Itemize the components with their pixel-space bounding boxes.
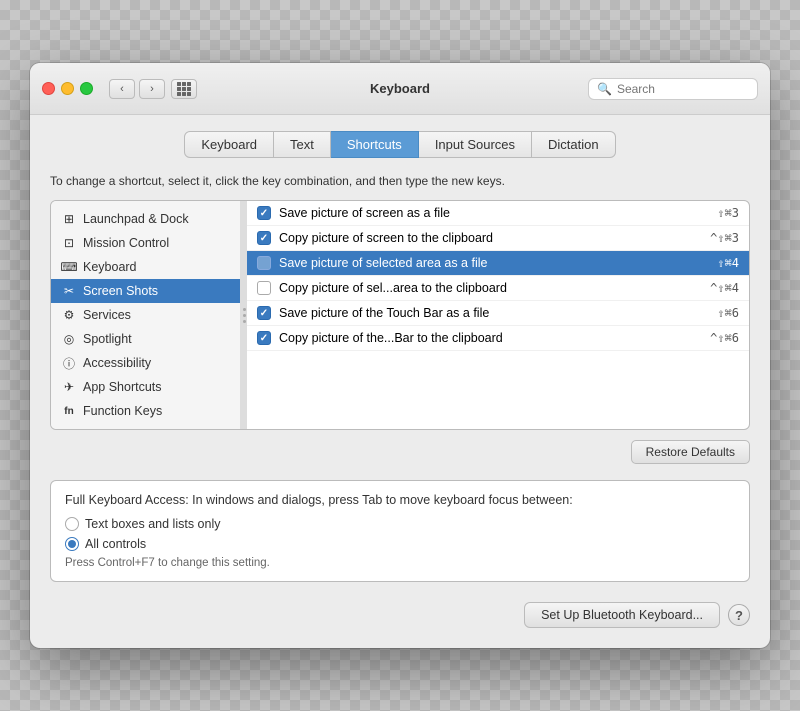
shortcut-label-save-screen: Save picture of screen as a file xyxy=(279,206,709,220)
keyboard-access-title: Full Keyboard Access: In windows and dia… xyxy=(65,493,735,507)
tab-text[interactable]: Text xyxy=(274,131,331,158)
sidebar-item-screenshots[interactable]: ✂ Screen Shots xyxy=(51,279,240,303)
tab-keyboard[interactable]: Keyboard xyxy=(184,131,274,158)
tab-shortcuts[interactable]: Shortcuts xyxy=(331,131,419,158)
shortcut-row-copy-area[interactable]: Copy picture of sel...area to the clipbo… xyxy=(247,276,749,301)
footer: Set Up Bluetooth Keyboard... ? xyxy=(50,598,750,628)
sidebar-label-accessibility: Accessibility xyxy=(83,356,151,370)
shortcut-row-save-touchbar[interactable]: Save picture of the Touch Bar as a file … xyxy=(247,301,749,326)
checkbox-save-touchbar[interactable] xyxy=(257,306,271,320)
shortcut-key-save-area: ⇧⌘4 xyxy=(717,256,739,270)
sidebar-label-spotlight: Spotlight xyxy=(83,332,132,346)
sidebar-label-keyboard: Keyboard xyxy=(83,260,137,274)
radio-label-text-boxes: Text boxes and lists only xyxy=(85,517,221,531)
shortcut-label-save-area: Save picture of selected area as a file xyxy=(279,256,709,270)
checkbox-copy-area[interactable] xyxy=(257,281,271,295)
radio-option-text-boxes[interactable]: Text boxes and lists only xyxy=(65,517,735,531)
sidebar-label-mission-control: Mission Control xyxy=(83,236,169,250)
launchpad-icon: ⊞ xyxy=(61,211,77,227)
traffic-lights xyxy=(42,82,93,95)
function-keys-icon: fn xyxy=(61,403,77,419)
forward-icon: › xyxy=(150,83,154,95)
sidebar: ⊞ Launchpad & Dock ⊡ Mission Control ⌨ K… xyxy=(51,201,241,429)
search-input[interactable] xyxy=(617,82,749,96)
spotlight-icon: ◎ xyxy=(61,331,77,347)
keyboard-access-section: Full Keyboard Access: In windows and dia… xyxy=(50,480,750,582)
sidebar-item-app-shortcuts[interactable]: ✈ App Shortcuts xyxy=(51,375,240,399)
bottom-bar: Restore Defaults xyxy=(50,440,750,464)
back-button[interactable]: ‹ xyxy=(109,79,135,99)
search-box[interactable]: 🔍 xyxy=(588,78,758,100)
services-icon: ⚙ xyxy=(61,307,77,323)
tab-input-sources[interactable]: Input Sources xyxy=(419,131,532,158)
checkbox-save-area[interactable] xyxy=(257,256,271,270)
keyboard-access-hint: Press Control+F7 to change this setting. xyxy=(65,557,735,569)
grid-icon xyxy=(177,82,191,96)
shortcut-row-save-area[interactable]: Save picture of selected area as a file … xyxy=(247,251,749,276)
checkbox-save-screen[interactable] xyxy=(257,206,271,220)
radio-text-boxes[interactable] xyxy=(65,517,79,531)
sidebar-item-keyboard[interactable]: ⌨ Keyboard xyxy=(51,255,240,279)
sidebar-item-mission-control[interactable]: ⊡ Mission Control xyxy=(51,231,240,255)
shortcut-key-copy-area: ^⇧⌘4 xyxy=(710,281,739,295)
back-icon: ‹ xyxy=(120,83,124,95)
shortcut-label-copy-area: Copy picture of sel...area to the clipbo… xyxy=(279,281,702,295)
shortcuts-list: Save picture of screen as a file ⇧⌘3 Cop… xyxy=(247,201,749,429)
checkbox-copy-touchbar[interactable] xyxy=(257,331,271,345)
close-button[interactable] xyxy=(42,82,55,95)
sidebar-label-launchpad: Launchpad & Dock xyxy=(83,212,189,226)
restore-defaults-button[interactable]: Restore Defaults xyxy=(631,440,750,464)
minimize-button[interactable] xyxy=(61,82,74,95)
screenshots-icon: ✂ xyxy=(61,283,77,299)
forward-button[interactable]: › xyxy=(139,79,165,99)
sidebar-item-function-keys[interactable]: fn Function Keys xyxy=(51,399,240,423)
shortcut-key-save-screen: ⇧⌘3 xyxy=(717,206,739,220)
shortcut-row-copy-touchbar[interactable]: Copy picture of the...Bar to the clipboa… xyxy=(247,326,749,351)
grid-button[interactable] xyxy=(171,79,197,99)
accessibility-icon: ⓘ xyxy=(61,355,77,371)
main-panel: ⊞ Launchpad & Dock ⊡ Mission Control ⌨ K… xyxy=(50,200,750,430)
shortcut-key-copy-touchbar: ^⇧⌘6 xyxy=(710,331,739,345)
main-content: Keyboard Text Shortcuts Input Sources Di… xyxy=(30,115,770,648)
resize-dots xyxy=(243,308,246,323)
shortcut-key-save-touchbar: ⇧⌘6 xyxy=(717,306,739,320)
nav-buttons: ‹ › xyxy=(109,79,165,99)
sidebar-item-spotlight[interactable]: ◎ Spotlight xyxy=(51,327,240,351)
keyboard-preferences-window: ‹ › Keyboard 🔍 Keyboard Text Shortcuts xyxy=(30,63,770,648)
window-title: Keyboard xyxy=(370,81,430,96)
shortcut-row-save-screen[interactable]: Save picture of screen as a file ⇧⌘3 xyxy=(247,201,749,226)
help-button[interactable]: ? xyxy=(728,604,750,626)
sidebar-label-app-shortcuts: App Shortcuts xyxy=(83,380,162,394)
tab-bar: Keyboard Text Shortcuts Input Sources Di… xyxy=(50,131,750,158)
shortcut-label-save-touchbar: Save picture of the Touch Bar as a file xyxy=(279,306,709,320)
radio-all-controls[interactable] xyxy=(65,537,79,551)
keyboard-icon: ⌨ xyxy=(61,259,77,275)
sidebar-label-function-keys: Function Keys xyxy=(83,404,162,418)
tab-dictation[interactable]: Dictation xyxy=(532,131,616,158)
titlebar: ‹ › Keyboard 🔍 xyxy=(30,63,770,115)
bluetooth-keyboard-button[interactable]: Set Up Bluetooth Keyboard... xyxy=(524,602,720,628)
shortcut-key-copy-screen: ^⇧⌘3 xyxy=(710,231,739,245)
sidebar-item-services[interactable]: ⚙ Services xyxy=(51,303,240,327)
maximize-button[interactable] xyxy=(80,82,93,95)
sidebar-label-screenshots: Screen Shots xyxy=(83,284,158,298)
search-icon: 🔍 xyxy=(597,82,612,96)
mission-control-icon: ⊡ xyxy=(61,235,77,251)
shortcut-row-copy-screen[interactable]: Copy picture of screen to the clipboard … xyxy=(247,226,749,251)
radio-option-all-controls[interactable]: All controls xyxy=(65,537,735,551)
shortcut-label-copy-touchbar: Copy picture of the...Bar to the clipboa… xyxy=(279,331,702,345)
sidebar-item-accessibility[interactable]: ⓘ Accessibility xyxy=(51,351,240,375)
shortcut-label-copy-screen: Copy picture of screen to the clipboard xyxy=(279,231,702,245)
sidebar-item-launchpad[interactable]: ⊞ Launchpad & Dock xyxy=(51,207,240,231)
app-shortcuts-icon: ✈ xyxy=(61,379,77,395)
instructions-text: To change a shortcut, select it, click t… xyxy=(50,174,750,188)
sidebar-label-services: Services xyxy=(83,308,131,322)
radio-label-all-controls: All controls xyxy=(85,537,146,551)
checkbox-copy-screen[interactable] xyxy=(257,231,271,245)
